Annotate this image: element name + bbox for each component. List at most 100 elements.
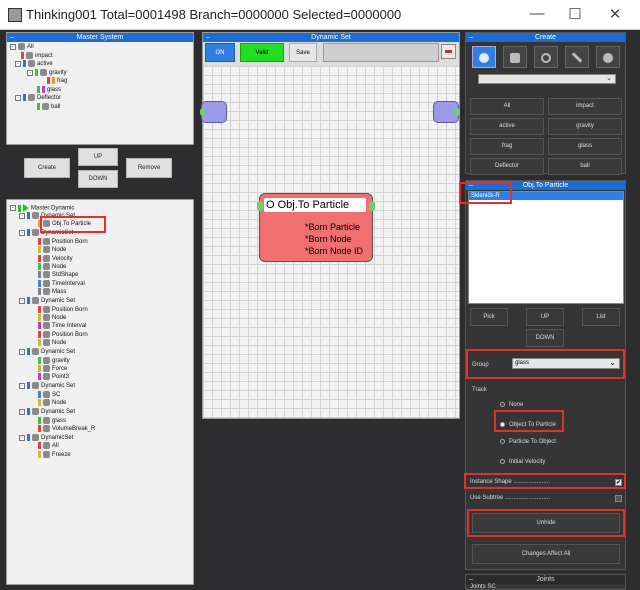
tree-item[interactable]: - Dynamic Set	[19, 382, 75, 390]
up-button[interactable]: UP	[78, 148, 118, 166]
tree-item[interactable]: - active	[15, 60, 53, 68]
collapse-icon[interactable]: -	[19, 382, 25, 389]
tree-item[interactable]: Node	[38, 314, 66, 322]
input-port-node[interactable]	[200, 101, 227, 123]
tree-item[interactable]: Node	[38, 399, 66, 407]
output-port-node[interactable]	[433, 101, 460, 123]
collapse-icon[interactable]: -	[19, 408, 25, 415]
collapse-icon[interactable]: -	[10, 43, 16, 50]
collapse-icon[interactable]: –	[469, 575, 473, 584]
radio-icon[interactable]	[500, 402, 505, 407]
collapse-icon[interactable]: –	[10, 33, 14, 42]
particle-tool-icon[interactable]	[472, 46, 496, 68]
collapse-icon[interactable]: -	[15, 60, 21, 67]
group-select[interactable]: glass ⌄	[512, 358, 620, 369]
node-input-pin[interactable]	[257, 201, 263, 211]
collapse-icon[interactable]: -	[19, 434, 25, 441]
tree-item[interactable]: glass	[37, 86, 61, 94]
name-field[interactable]	[323, 43, 439, 62]
collapse-icon[interactable]: -	[19, 229, 25, 236]
tree-item[interactable]: - Deflector	[15, 94, 61, 102]
collapse-icon[interactable]: –	[206, 33, 210, 42]
tree-item[interactable]: Point3	[38, 373, 69, 381]
instance-shape-checkbox[interactable]: ✔	[615, 479, 622, 486]
save-button[interactable]: Save	[289, 43, 317, 62]
tree-item[interactable]: Node	[38, 339, 66, 347]
group-button[interactable]: ball	[548, 158, 622, 175]
collapse-icon[interactable]: -	[19, 297, 25, 304]
group-button[interactable]: glass	[548, 138, 622, 155]
tree-item[interactable]: StdShape	[38, 271, 78, 279]
radio-icon[interactable]	[500, 439, 505, 444]
down-button[interactable]: DOWN	[78, 170, 118, 188]
group-button[interactable]: impact	[548, 98, 622, 115]
close-button[interactable]	[441, 44, 456, 59]
tree-item[interactable]: Node	[38, 246, 66, 254]
unhide-button[interactable]: Unhide	[472, 513, 620, 533]
tree-item[interactable]: Mass	[38, 288, 66, 296]
tree-label: Node	[52, 247, 67, 254]
down-button[interactable]: DOWN	[526, 329, 564, 347]
tree-item[interactable]: VolumeBreak_R	[38, 425, 95, 433]
group-button[interactable]: All	[470, 98, 544, 115]
collapse-icon[interactable]: -	[15, 94, 21, 101]
tree-item[interactable]: Position Born	[38, 330, 88, 339]
group-button[interactable]: frag	[470, 138, 544, 155]
tree-item[interactable]: glass	[38, 416, 66, 425]
track-radio-option[interactable]: Particle To Object	[500, 439, 556, 445]
maximize-icon[interactable]: ☐	[565, 5, 585, 23]
remove-button[interactable]: Remove	[126, 158, 172, 178]
valid-indicator[interactable]: Valid	[240, 43, 284, 62]
tree-item[interactable]: - Dynamic Set	[19, 348, 75, 356]
gear-tool-icon[interactable]	[534, 46, 558, 68]
tree-label: Deflector	[37, 95, 62, 102]
radio-icon[interactable]	[500, 459, 505, 464]
tree-item[interactable]: SC	[38, 390, 61, 399]
create-button[interactable]: Create	[24, 158, 70, 178]
collapse-icon[interactable]: -	[19, 348, 25, 355]
tree-item[interactable]: TimeInterval	[38, 279, 85, 288]
tree-item[interactable]: gravity	[38, 356, 70, 365]
collapse-icon[interactable]: –	[469, 33, 473, 42]
changes-affect-all-button[interactable]: Changes Affect All	[472, 544, 620, 564]
up-button[interactable]: UP	[526, 308, 564, 326]
on-button[interactable]: ON	[205, 43, 235, 62]
collapse-icon[interactable]: -	[27, 69, 33, 76]
use-subtree-checkbox[interactable]	[615, 495, 622, 502]
tree-item[interactable]: - Dynamic Set	[19, 297, 75, 305]
tree-item[interactable]: Position Born	[38, 237, 88, 246]
object-list[interactable]: Skleničk-R	[468, 191, 624, 304]
tree-item[interactable]: - DynamicSet	[19, 434, 73, 442]
tree-label: SC	[52, 391, 61, 398]
track-radio-option[interactable]: Initial Velocity	[500, 459, 545, 465]
tree-item[interactable]: ball	[37, 103, 60, 111]
tree-item[interactable]: Velocity	[38, 254, 73, 263]
minimize-icon[interactable]: —	[527, 5, 547, 22]
tree-item[interactable]: All	[38, 442, 59, 450]
tree-item[interactable]: - Dynamic Set	[19, 408, 75, 416]
list-button[interactable]: List	[582, 308, 620, 326]
link-tool-icon[interactable]	[503, 46, 527, 68]
tree-item[interactable]: - All	[10, 43, 34, 51]
tree-item[interactable]: Freeze	[38, 450, 71, 459]
group-button[interactable]: Deflector	[470, 158, 544, 175]
obj-to-particle-node[interactable]: O Obj.To Particle *Born Particle *Born N…	[257, 193, 375, 262]
tree-item[interactable]: impact	[21, 52, 53, 60]
pick-button[interactable]: Pick	[470, 308, 508, 326]
close-icon[interactable]: ✕	[605, 5, 625, 23]
group-filter-dropdown[interactable]: ⌄	[478, 74, 616, 84]
tree-item[interactable]: frag	[47, 77, 67, 85]
track-radio-option[interactable]: None	[500, 402, 523, 408]
group-button[interactable]: active	[470, 118, 544, 135]
sphere-tool-icon[interactable]	[596, 46, 620, 68]
group-button[interactable]: gravity	[548, 118, 622, 135]
tree-item[interactable]: Time Interval	[38, 322, 86, 330]
wrench-tool-icon[interactable]	[565, 46, 589, 68]
tree-item[interactable]: Force	[38, 365, 67, 373]
tree-item[interactable]: Node	[38, 263, 66, 271]
node-output-pin[interactable]	[369, 201, 375, 211]
collapse-icon[interactable]: -	[19, 212, 25, 219]
collapse-icon[interactable]: -	[10, 205, 16, 211]
tree-item[interactable]: Position Born	[38, 305, 88, 314]
tree-item[interactable]: - gravity	[27, 69, 67, 77]
